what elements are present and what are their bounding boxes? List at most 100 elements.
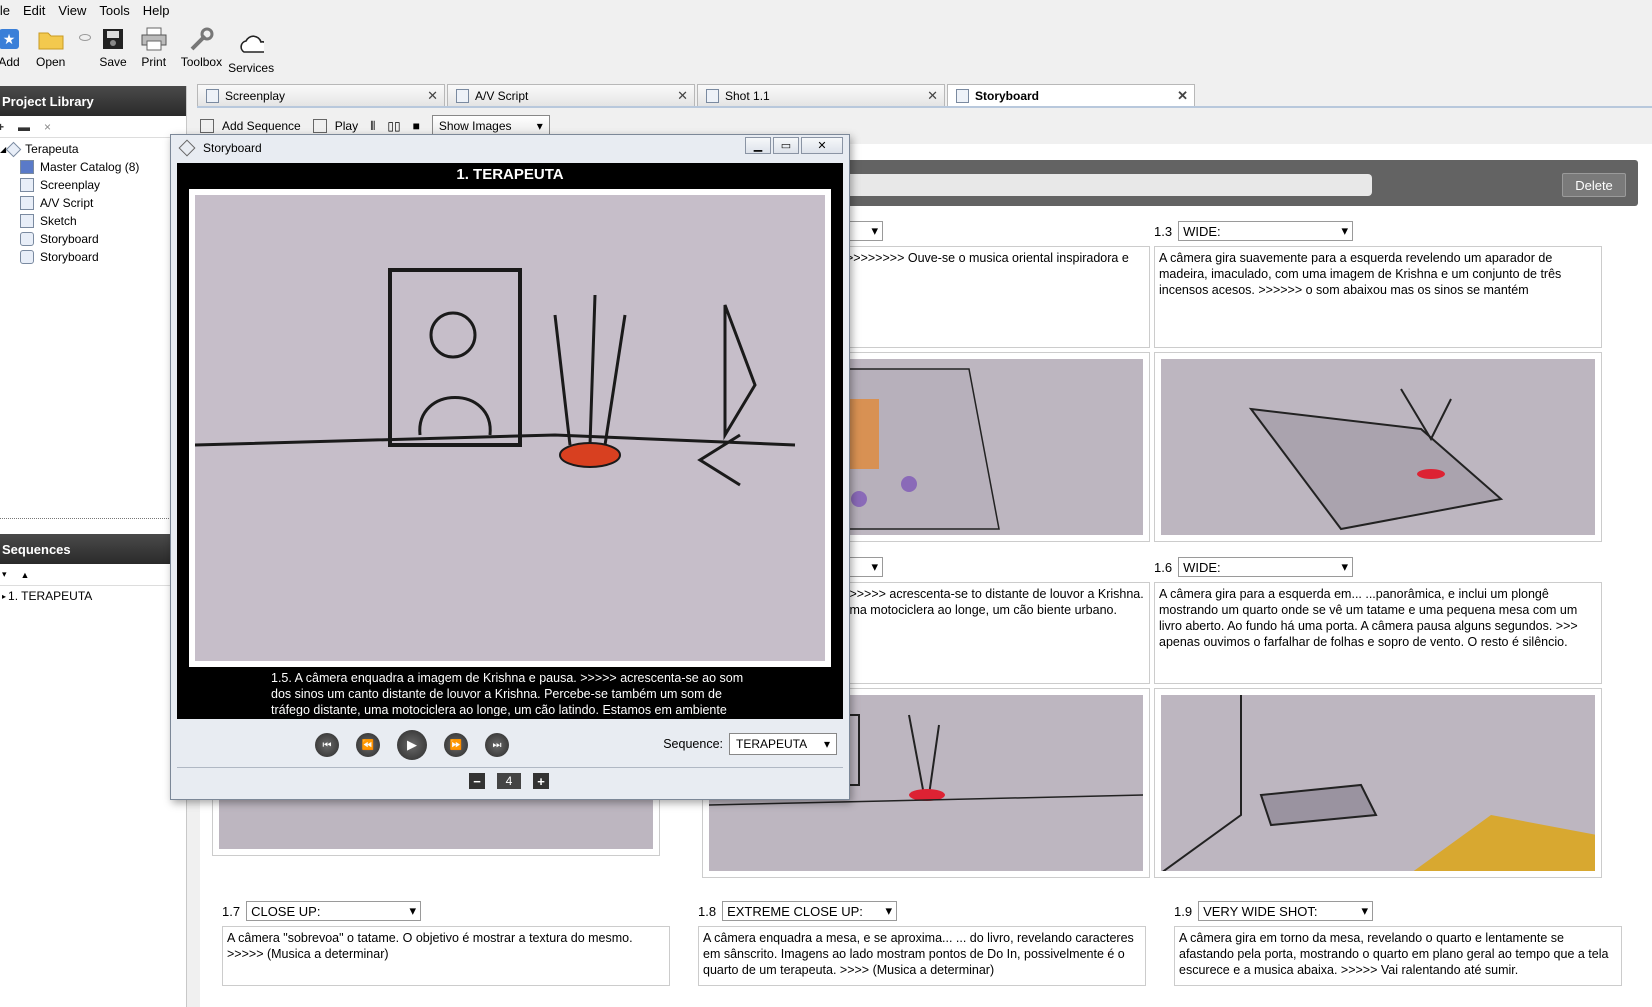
shot-type-dropdown[interactable]: WIDE: ▾: [1178, 557, 1354, 577]
shot-type-dropdown[interactable]: EXTREME CLOSE UP: ▾: [722, 901, 898, 921]
tree-item-av-script[interactable]: A/V Script: [0, 194, 186, 212]
menu-file[interactable]: ile: [0, 3, 10, 18]
tree-item-sketch[interactable]: Sketch: [0, 212, 186, 230]
tree-item-master-catalog[interactable]: Master Catalog (8): [0, 158, 186, 176]
left-panel: Project Library + ▬ × ◢ Terapeuta Master …: [0, 86, 187, 1007]
tree-item-storyboard[interactable]: Storyboard: [0, 230, 186, 248]
cloud-icon: ▾: [238, 32, 265, 58]
storyboard-icon: [20, 250, 34, 264]
shot-description[interactable]: A câmera gira em torno da mesa, reveland…: [1174, 926, 1622, 986]
disk-icon: [100, 26, 126, 52]
shot-type-dropdown[interactable]: VERY WIDE SHOT: ▾: [1198, 901, 1374, 921]
tab-av-script[interactable]: A/V Script ✕: [447, 84, 695, 106]
play-icon: [312, 119, 327, 133]
add-button[interactable]: ★ Add: [0, 20, 22, 69]
menu-tools[interactable]: Tools: [99, 3, 129, 18]
tree-item-screenplay[interactable]: Screenplay: [0, 176, 186, 194]
remove-icon[interactable]: ×: [44, 120, 51, 134]
maximize-icon[interactable]: ▭: [773, 137, 799, 154]
print-button[interactable]: Print: [141, 20, 167, 69]
close-icon[interactable]: ✕: [1177, 88, 1188, 104]
delete-button[interactable]: Delete: [1562, 173, 1626, 197]
play-button[interactable]: Play: [312, 119, 358, 133]
shot-card: 1.8 EXTREME CLOSE UP: ▾ A câmera enquadra …: [698, 900, 1146, 986]
document-icon: [206, 88, 219, 103]
close-icon[interactable]: ✕: [801, 137, 843, 154]
shot-description[interactable]: A câmera "sobrevoa" o tatame. O objetivo…: [222, 926, 670, 986]
shot-card: 1.3 WIDE: ▾ A câmera gira suavemente para …: [1154, 220, 1602, 542]
av-script-icon: [456, 88, 469, 103]
skip-to-start-icon[interactable]: ⏮: [315, 733, 339, 757]
chevron-up-icon[interactable]: ▲: [21, 570, 30, 580]
player-frame: [189, 189, 831, 667]
shot-description[interactable]: A câmera gira para a esquerda em... ...p…: [1154, 582, 1602, 684]
close-icon[interactable]: ✕: [427, 88, 438, 104]
minimize-icon[interactable]: ▁: [745, 137, 771, 154]
svg-text:★: ★: [3, 32, 16, 48]
av-script-icon: [20, 196, 34, 210]
folder-small-icon[interactable]: ▬: [18, 120, 30, 134]
layout-2-button[interactable]: ▯▯: [387, 119, 400, 133]
printer-icon: [141, 26, 167, 52]
storyboard-player-window: Storyboard ▁ ▭ ✕ 1. TERAPEUTA 1.5. A câm…: [170, 134, 850, 800]
shot-description[interactable]: A câmera enquadra a mesa, e se aproxima.…: [698, 926, 1146, 986]
player-controls: ⏮ ⏪ ▶ ⏩ ⏭ Sequence: TERAPEUTA ▾: [177, 725, 843, 765]
layout-1-button[interactable]: ■: [413, 119, 420, 133]
fast-forward-icon[interactable]: ⏩: [444, 733, 468, 757]
menu-view[interactable]: View: [58, 3, 86, 18]
increment-button[interactable]: +: [533, 773, 549, 789]
document-icon: [20, 178, 34, 192]
add-icon[interactable]: +: [0, 120, 4, 134]
shot-type-dropdown[interactable]: CLOSE UP: ▾: [246, 901, 422, 921]
columns-3-icon: ⦀: [370, 118, 376, 133]
tab-storyboard[interactable]: Storyboard ✕: [947, 84, 1195, 106]
shot-description[interactable]: A câmera gira suavemente para a esquerda…: [1154, 246, 1602, 348]
chevron-down-icon: ▾: [885, 903, 893, 918]
wrench-icon: [188, 26, 214, 52]
panel-splitter[interactable]: [0, 518, 187, 524]
expand-icon[interactable]: ▸: [2, 592, 6, 601]
skip-to-end-icon[interactable]: ⏭: [485, 733, 509, 757]
sequence-item[interactable]: ▸ 1. TERAPEUTA: [0, 586, 187, 606]
chevron-down-icon: ▾: [1341, 223, 1349, 238]
tree-item-terapeuta[interactable]: ◢ Terapeuta: [0, 140, 186, 158]
rewind-icon[interactable]: ⏪: [356, 733, 380, 757]
tab-screenplay[interactable]: Screenplay ✕: [197, 84, 445, 106]
library-tree: ◢ Terapeuta Master Catalog (8) Screenplay…: [0, 138, 186, 266]
tree-item-storyboard-2[interactable]: Storyboard: [0, 248, 186, 266]
add-sequence-button[interactable]: Add Sequence: [200, 119, 301, 133]
storyboard-icon: [20, 232, 34, 246]
window-controls: ▁ ▭ ✕: [745, 137, 843, 154]
sequence-dropdown[interactable]: TERAPEUTA ▾: [729, 733, 837, 755]
shot-type-dropdown[interactable]: WIDE: ▾: [1178, 221, 1354, 241]
sequence-label: Sequence:: [663, 737, 723, 751]
eye-toggle[interactable]: [79, 20, 92, 41]
shot-image[interactable]: [1154, 352, 1602, 542]
document-tabs: Screenplay ✕ A/V Script ✕ Shot 1.1 ✕ Storyb…: [197, 84, 1652, 108]
menu-help[interactable]: Help: [143, 3, 170, 18]
close-icon[interactable]: ✕: [927, 88, 938, 104]
star-icon: ★: [0, 26, 22, 52]
chevron-down-icon[interactable]: ▾: [2, 569, 7, 580]
decrement-button[interactable]: −: [469, 773, 485, 789]
shot-card: 1.6 WIDE: ▾ A câmera gira para a esquerda …: [1154, 556, 1602, 878]
menu-edit[interactable]: Edit: [23, 3, 45, 18]
toolbox-button[interactable]: Toolbox: [181, 20, 222, 69]
layout-3-button[interactable]: ⦀: [370, 119, 375, 134]
main-toolbar: ★ Add Open Save Print Toolbox ▾ Services: [0, 20, 1652, 78]
save-button[interactable]: Save: [99, 20, 127, 69]
eye-icon: [79, 34, 92, 41]
play-icon[interactable]: ▶: [397, 730, 427, 760]
tab-shot[interactable]: Shot 1.1 ✕: [697, 84, 945, 106]
close-icon[interactable]: ✕: [677, 88, 688, 104]
chevron-down-icon: ▾: [1361, 903, 1369, 918]
page-value[interactable]: 4: [497, 773, 521, 789]
sequences-panel: Sequences ▾ ▲ ▸ 1. TERAPEUTA: [0, 534, 187, 606]
open-button[interactable]: Open: [36, 20, 65, 69]
services-button[interactable]: ▾ Services: [228, 20, 274, 75]
player-caption: 1.5. A câmera enquadra a imagem de Krish…: [271, 671, 744, 716]
chevron-down-icon: ▾: [871, 559, 878, 574]
chevron-down-icon: ▾: [1341, 559, 1349, 574]
shot-card: 1.7 CLOSE UP: ▾ A câmera "sobrevoa" o tata…: [222, 900, 670, 986]
shot-image[interactable]: [1154, 688, 1602, 878]
